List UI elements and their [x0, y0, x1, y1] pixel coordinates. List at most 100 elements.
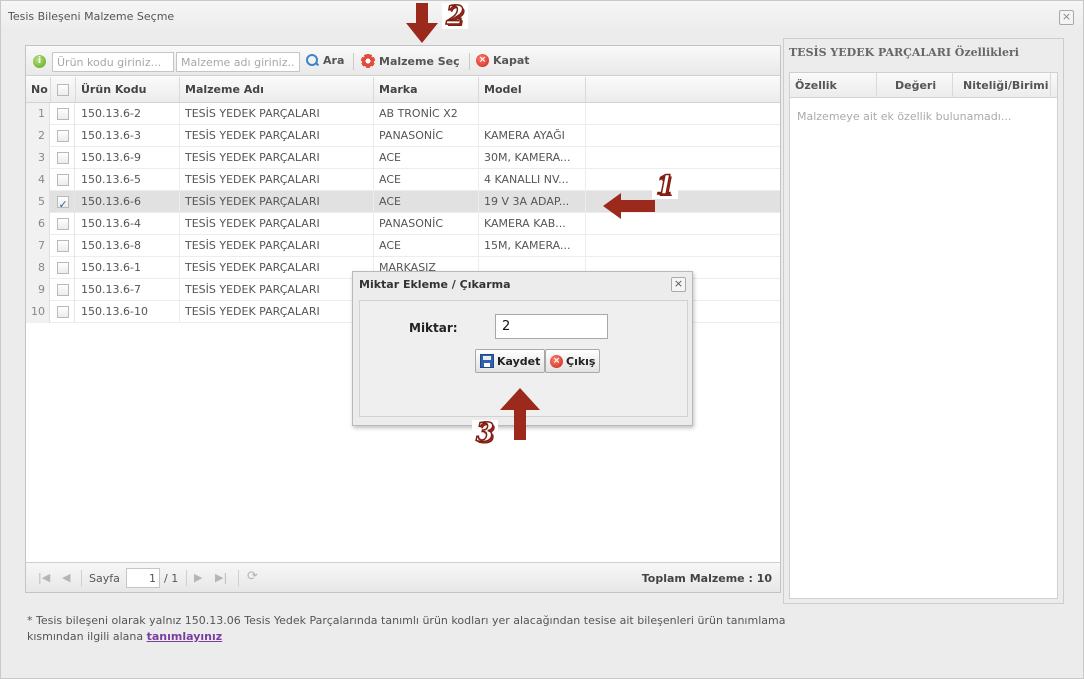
row-model: 30M, KAMERA... — [479, 147, 586, 169]
properties-grid: Özellik Değeri Niteliği/Birimi Malzemeye… — [789, 72, 1058, 599]
total-count: Toplam Malzeme : 10 — [641, 572, 772, 585]
select-material-button[interactable]: Malzeme Seç — [361, 54, 460, 68]
row-model: 15M, KAMERA... — [479, 235, 586, 257]
row-name: TESİS YEDEK PARÇALARI — [180, 279, 374, 301]
column-header-model[interactable]: Model — [479, 77, 586, 103]
page-number-input[interactable] — [126, 568, 160, 588]
row-checkbox[interactable] — [56, 108, 69, 120]
row-brand: ACE — [374, 169, 479, 191]
row-code: 150.13.6-2 — [76, 103, 180, 125]
row-model — [479, 103, 586, 125]
row-checkbox-cell[interactable] — [51, 147, 75, 169]
material-name-input[interactable] — [176, 52, 300, 72]
row-name: TESİS YEDEK PARÇALARI — [180, 213, 374, 235]
step-3-label: 3 — [472, 419, 499, 447]
row-name: TESİS YEDEK PARÇALARI — [180, 257, 374, 279]
row-checkbox-cell[interactable] — [51, 279, 75, 301]
column-header-code[interactable]: Ürün Kodu — [76, 77, 180, 103]
column-header-brand[interactable]: Marka — [374, 77, 479, 103]
row-name: TESİS YEDEK PARÇALARI — [180, 147, 374, 169]
table-row[interactable]: 3 150.13.6-9 TESİS YEDEK PARÇALARI ACE 3… — [26, 147, 780, 169]
first-page-icon[interactable]: |◀ — [38, 571, 50, 584]
next-page-icon[interactable]: ▶ — [194, 571, 202, 584]
pager-divider — [238, 570, 239, 586]
row-model: 19 V 3A ADAP... — [479, 191, 586, 213]
row-code: 150.13.6-5 — [76, 169, 180, 191]
select-all-checkbox[interactable] — [57, 84, 69, 96]
row-brand: ACE — [374, 191, 479, 213]
row-checkbox[interactable] — [56, 174, 69, 186]
close-icon: × — [550, 354, 563, 368]
properties-panel-title: TESİS YEDEK PARÇALARI Özellikleri — [789, 46, 1019, 59]
footnote-text: * Tesis bileşeni olarak yalnız 150.13.06… — [27, 614, 786, 643]
save-button-label: Kaydet — [497, 354, 541, 368]
row-checkbox[interactable] — [56, 218, 69, 230]
last-page-icon[interactable]: ▶| — [215, 571, 227, 584]
search-button[interactable]: Ara — [306, 54, 344, 67]
column-header-name[interactable]: Malzeme Adı — [180, 77, 374, 103]
pager-divider — [186, 570, 187, 586]
step-1-label: 1 — [652, 172, 679, 200]
row-brand: PANASONİC — [374, 125, 479, 147]
gear-icon — [361, 54, 375, 68]
row-checkbox-cell[interactable] — [51, 125, 75, 147]
row-checkbox-cell[interactable] — [51, 103, 75, 125]
window-close-button[interactable]: × — [1059, 10, 1074, 25]
row-code: 150.13.6-10 — [76, 301, 180, 323]
column-header-value[interactable]: Değeri — [877, 73, 953, 98]
search-icon — [306, 54, 319, 67]
down-arrow-annotation — [406, 3, 438, 43]
grid-header: No Ürün Kodu Malzeme Adı Marka Model — [26, 77, 780, 103]
product-code-input[interactable] — [52, 52, 174, 72]
row-checkbox-cell[interactable] — [51, 301, 75, 323]
save-button[interactable]: Kaydet — [475, 349, 546, 373]
row-checkbox-cell[interactable] — [51, 235, 75, 257]
row-number: 10 — [26, 301, 50, 323]
row-checkbox[interactable] — [56, 262, 69, 274]
row-checkbox-cell[interactable] — [51, 257, 75, 279]
properties-empty-message: Malzemeye ait ek özellik bulunamadı... — [797, 110, 1012, 123]
row-checkbox-cell[interactable] — [51, 191, 75, 213]
refresh-icon[interactable]: ⟳ — [247, 569, 258, 584]
row-model: KAMERA AYAĞI — [479, 125, 586, 147]
row-code: 150.13.6-4 — [76, 213, 180, 235]
row-checkbox[interactable] — [56, 130, 69, 142]
close-grid-label: Kapat — [493, 54, 530, 67]
quantity-input[interactable] — [495, 314, 608, 339]
row-checkbox[interactable] — [56, 152, 69, 164]
save-icon — [480, 354, 494, 368]
row-name: TESİS YEDEK PARÇALARI — [180, 103, 374, 125]
row-checkbox[interactable] — [56, 240, 69, 252]
row-name: TESİS YEDEK PARÇALARI — [180, 169, 374, 191]
search-button-label: Ara — [323, 54, 345, 67]
info-icon[interactable]: i — [33, 55, 46, 68]
grid-toolbar: i Ara Malzeme Seç × Kapat — [26, 46, 780, 76]
column-header-no[interactable]: No — [26, 77, 51, 103]
dialog-title: Miktar Ekleme / Çıkarma — [359, 278, 511, 291]
table-row[interactable]: 1 150.13.6-2 TESİS YEDEK PARÇALARI AB TR… — [26, 103, 780, 125]
toolbar-divider — [353, 53, 354, 70]
table-row[interactable]: 2 150.13.6-3 TESİS YEDEK PARÇALARI PANAS… — [26, 125, 780, 147]
dialog-close-button[interactable]: × — [671, 277, 686, 292]
row-checkbox-cell[interactable] — [51, 169, 75, 191]
row-checkbox[interactable] — [56, 284, 69, 296]
close-grid-button[interactable]: × Kapat — [476, 54, 530, 67]
select-material-label: Malzeme Seç — [379, 54, 460, 68]
row-checkbox-checked[interactable] — [56, 194, 69, 213]
table-row[interactable]: 6 150.13.6-4 TESİS YEDEK PARÇALARI PANAS… — [26, 213, 780, 235]
row-number: 5 — [26, 191, 50, 213]
row-checkbox-cell[interactable] — [51, 213, 75, 235]
define-link[interactable]: tanımlayınız — [147, 630, 223, 643]
exit-button-label: Çıkış — [566, 354, 596, 368]
pagination-bar: |◀ ◀ Sayfa / 1 ▶ ▶| ⟳ Toplam Malzeme : 1… — [26, 562, 780, 592]
step-2-label: 2 — [442, 2, 469, 30]
row-checkbox[interactable] — [56, 306, 69, 318]
row-brand: AB TRONİC X2 — [374, 103, 479, 125]
close-icon: × — [476, 54, 489, 67]
select-all-checkbox-cell[interactable] — [51, 77, 76, 103]
prev-page-icon[interactable]: ◀ — [62, 571, 70, 584]
column-header-unit[interactable]: Niteliği/Birimi — [953, 73, 1051, 98]
table-row[interactable]: 7 150.13.6-8 TESİS YEDEK PARÇALARI ACE 1… — [26, 235, 780, 257]
column-header-property[interactable]: Özellik — [790, 73, 877, 98]
exit-button[interactable]: × Çıkış — [545, 349, 601, 373]
